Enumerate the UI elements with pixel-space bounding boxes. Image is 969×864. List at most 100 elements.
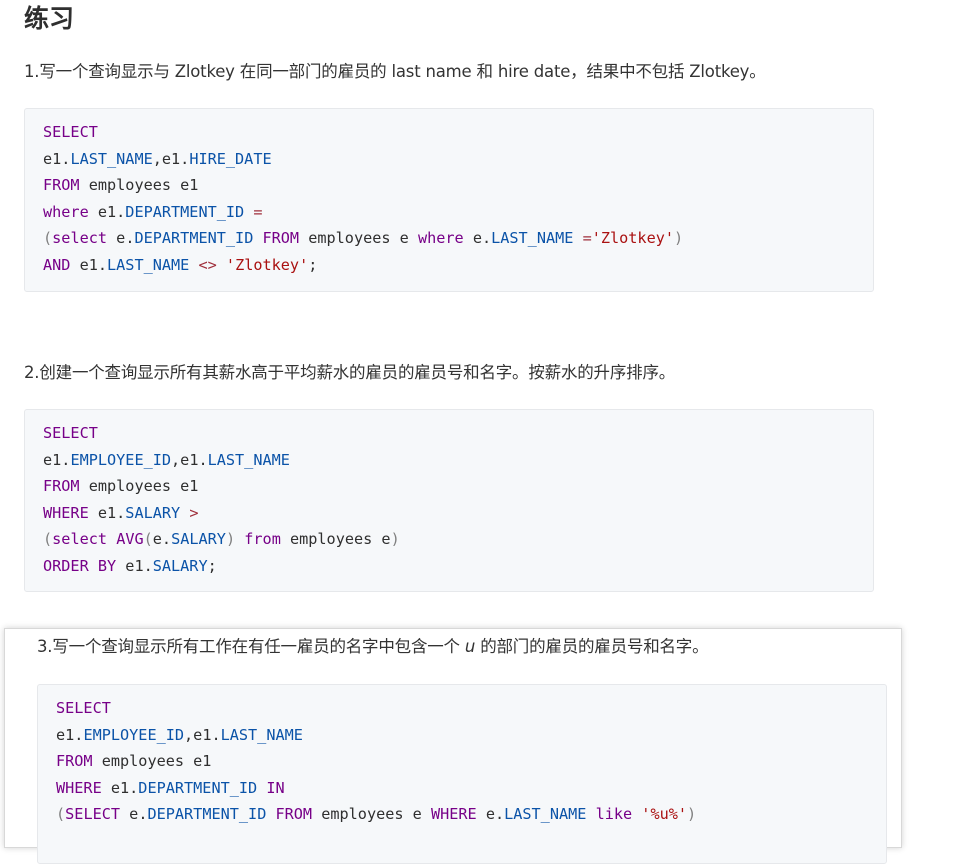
- code-token: DEPARTMENT_ID: [147, 805, 267, 824]
- code-line: where e1.DEPARTMENT_ID =: [43, 203, 262, 221]
- code-token: <>: [198, 255, 217, 274]
- code-token: e.: [463, 229, 492, 248]
- code-token: LAST_NAME: [207, 450, 290, 469]
- code-line: FROM employees e1: [43, 176, 198, 194]
- code-token: DEPARTMENT_ID: [125, 202, 245, 221]
- code-token: 'Zlotkey': [225, 255, 309, 274]
- code-line: SELECT: [56, 699, 111, 717]
- code-token: select: [52, 530, 108, 549]
- code-token: ): [674, 229, 684, 248]
- exercise-3-question: 3.写一个查询显示所有工作在有任一雇员的名字中包含一个 u 的部门的雇员的雇员号…: [37, 635, 709, 659]
- code-token: ,e1.: [184, 725, 221, 744]
- code-token: SALARY: [125, 503, 181, 522]
- code-line: WHERE e1.SALARY >: [43, 504, 198, 522]
- code-token: AND: [43, 255, 71, 274]
- code-token: WHERE: [430, 805, 477, 824]
- code-token: DEPARTMENT_ID: [138, 778, 258, 797]
- page-title: 练习: [24, 4, 75, 33]
- code-token: =: [253, 202, 263, 221]
- code-token: employees e1: [92, 752, 212, 771]
- exercise-3-question-emph: u: [464, 637, 476, 656]
- code-token: ): [225, 530, 236, 549]
- code-token: e1.: [43, 149, 71, 168]
- code-token: FROM: [43, 477, 80, 496]
- code-line: WHERE e1.DEPARTMENT_ID IN: [56, 779, 285, 797]
- code-token: (: [43, 229, 53, 248]
- code-token: >: [189, 503, 199, 522]
- code-token: LAST_NAME: [220, 725, 303, 744]
- code-token: ): [687, 805, 697, 824]
- code-token: e.: [120, 805, 148, 824]
- exercise-1-question: 1.写一个查询显示与 Zlotkey 在同一部门的雇员的 last name 和…: [24, 62, 766, 81]
- code-token: HIRE_DATE: [189, 149, 272, 168]
- code-line: SELECT: [43, 123, 98, 141]
- code-token: (: [43, 530, 53, 549]
- code-token: DEPARTMENT_ID: [134, 229, 254, 248]
- code-token: ): [390, 530, 400, 549]
- code-token: 'Zlotkey': [591, 229, 675, 248]
- exercise-3-question-prefix: 3.写一个查询显示所有工作在有任一雇员的名字中包含一个: [37, 637, 465, 656]
- code-token: select: [52, 229, 108, 248]
- code-token: LAST_NAME: [491, 229, 574, 248]
- code-token: e1.: [101, 778, 139, 797]
- code-token: e.: [152, 530, 172, 549]
- code-token: EMPLOYEE_ID: [83, 725, 185, 744]
- code-token: ORDER BY: [43, 556, 117, 575]
- code-token: where: [43, 202, 89, 221]
- code-token: (: [56, 805, 66, 824]
- code-line: AND e1.LAST_NAME <> 'Zlotkey';: [43, 256, 317, 274]
- code-token: e1.: [70, 255, 108, 274]
- code-token: employees e: [312, 805, 431, 824]
- code-token: SELECT: [43, 123, 98, 141]
- code-token: e1.: [88, 503, 126, 522]
- exercise-2-question: 2.创建一个查询显示所有其薪水高于平均薪水的雇员的雇员号和名字。按薪水的升序排序…: [24, 363, 676, 382]
- code-line: (SELECT e.DEPARTMENT_ID FROM employees e…: [56, 805, 696, 823]
- code-line: (select e. DEPARTMENT_ID FROM employees e…: [43, 229, 683, 247]
- exercise-1-code-block: SELECT e1.LAST_NAME,e1.HIRE_DATE FROM em…: [24, 108, 874, 292]
- code-token: '%u%': [641, 805, 688, 824]
- code-token: FROM: [56, 752, 93, 771]
- code-token: SALARY: [152, 556, 208, 575]
- code-token: like: [595, 805, 633, 824]
- exercise-3-code-block: SELECT e1.EMPLOYEE_ID,e1.LAST_NAME FROM …: [37, 684, 887, 864]
- code-line: FROM employees e1: [56, 752, 211, 770]
- code-token: AVG: [116, 530, 144, 549]
- code-token: LAST_NAME: [107, 255, 190, 274]
- code-token: FROM: [262, 229, 300, 248]
- code-token: IN: [266, 778, 285, 797]
- code-token: EMPLOYEE_ID: [70, 450, 172, 469]
- code-token: where: [417, 229, 464, 248]
- code-line: (select AVG(e.SALARY) from employees e): [43, 530, 400, 548]
- code-line: ORDER BY e1.SALARY;: [43, 557, 217, 575]
- code-line: e1.EMPLOYEE_ID,e1.LAST_NAME: [56, 726, 303, 744]
- exercise-3-card: 3.写一个查询显示所有工作在有任一雇员的名字中包含一个 u 的部门的雇员的雇员号…: [4, 628, 902, 864]
- exercise-3-question-suffix: 的部门的雇员的雇员号和名字。: [475, 637, 709, 656]
- exercise-2-code-block: SELECT e1. EMPLOYEE_ID,e1.LAST_NAME FROM …: [24, 409, 874, 592]
- code-token: SELECT: [65, 805, 121, 824]
- code-line: SELECT: [43, 424, 98, 442]
- code-token: e1.: [116, 556, 153, 575]
- code-token: ,e1.: [171, 450, 208, 469]
- code-token: employees e: [299, 229, 418, 248]
- code-token: employees e1: [79, 477, 199, 496]
- exercise-2-code: SELECT e1. EMPLOYEE_ID,e1.LAST_NAME FROM …: [43, 420, 400, 580]
- code-token: =: [582, 229, 592, 248]
- code-token: ;: [308, 255, 318, 274]
- code-line: FROM employees e1: [43, 477, 198, 495]
- code-token: ;: [207, 556, 217, 575]
- code-token: SELECT: [43, 424, 98, 442]
- code-token: FROM: [275, 805, 313, 824]
- code-token: e1.: [88, 202, 126, 221]
- exercise-3-code: SELECT e1.EMPLOYEE_ID,e1.LAST_NAME FROM …: [56, 695, 696, 828]
- code-token: ,e1.: [152, 149, 190, 168]
- code-token: SELECT: [56, 699, 111, 717]
